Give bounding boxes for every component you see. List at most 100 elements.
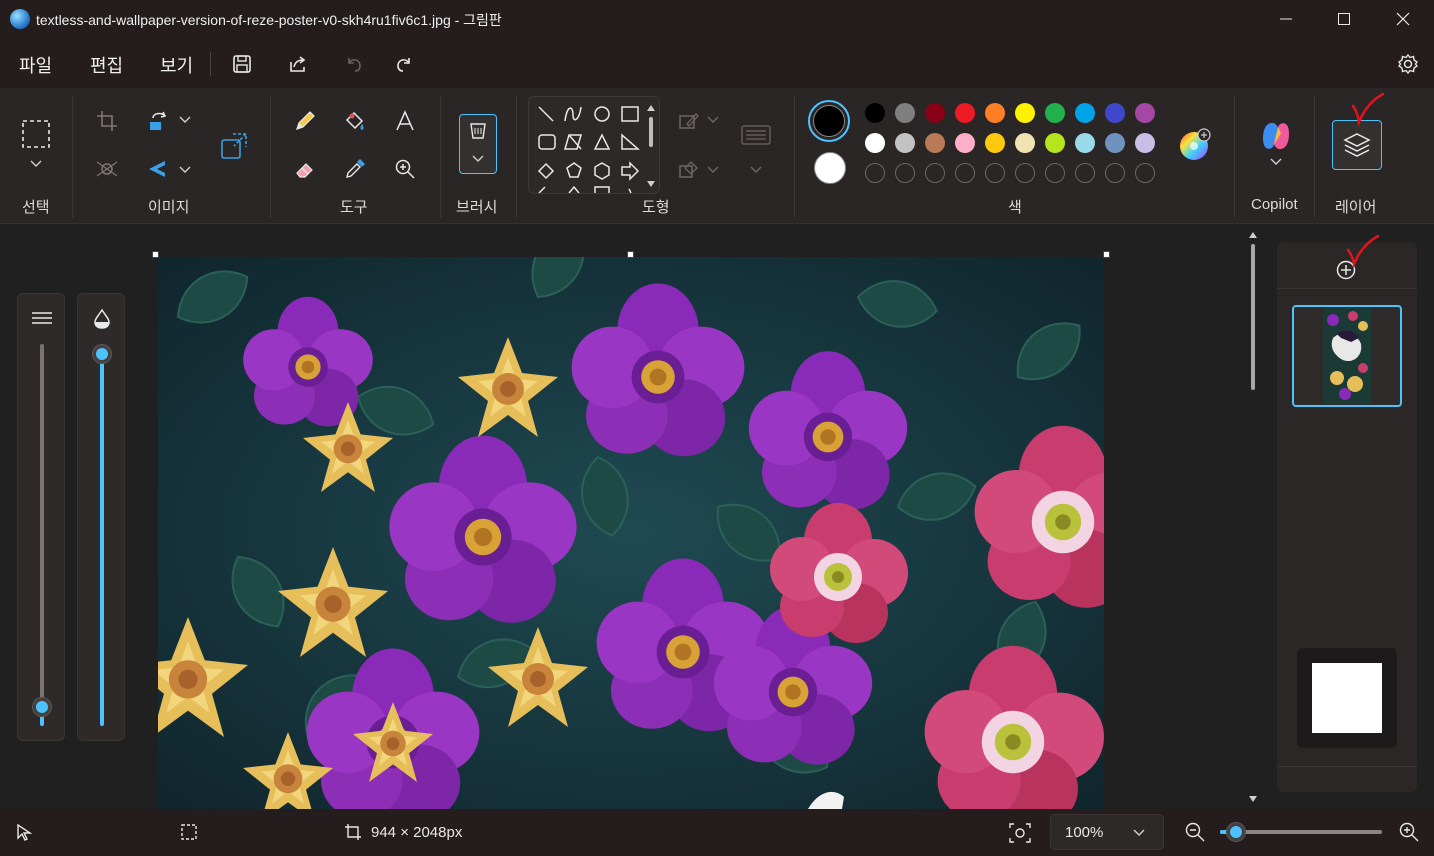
resize-handle-top[interactable] <box>627 251 634 258</box>
shapes-gallery[interactable] <box>528 96 660 194</box>
layer-thumbnail-background[interactable] <box>1297 648 1397 748</box>
rotate-button[interactable] <box>142 104 176 138</box>
fit-screen-icon <box>1009 823 1031 843</box>
brush-size-slider-panel <box>17 293 65 741</box>
remove-background-button[interactable] <box>90 152 124 186</box>
save-button[interactable] <box>226 48 258 80</box>
close-button[interactable] <box>1374 0 1432 38</box>
text-button[interactable] <box>388 104 422 138</box>
palette-swatch[interactable] <box>865 133 885 153</box>
color-wheel-icon <box>1180 128 1211 160</box>
vertical-scrollbar[interactable] <box>1246 230 1260 804</box>
menu-view[interactable]: 보기 <box>160 52 193 78</box>
save-icon <box>233 55 251 73</box>
settings-button[interactable] <box>1392 48 1424 80</box>
palette-swatch[interactable] <box>985 133 1005 153</box>
ribbon-separator <box>1314 96 1315 218</box>
undo-icon <box>348 58 361 72</box>
shape-size-dropdown[interactable] <box>746 160 766 180</box>
palette-swatch[interactable] <box>1015 133 1035 153</box>
ribbon-separator <box>270 96 271 218</box>
custom-color-slot[interactable] <box>1015 163 1035 183</box>
palette-swatch[interactable] <box>925 103 945 123</box>
custom-color-slot[interactable] <box>1075 163 1095 183</box>
canvas-size-icon <box>345 824 361 840</box>
share-button[interactable] <box>282 48 314 80</box>
brush-button[interactable] <box>459 114 497 174</box>
eraser-button[interactable] <box>288 152 322 186</box>
menu-file[interactable]: 파일 <box>19 52 52 78</box>
custom-color-slot[interactable] <box>1045 163 1065 183</box>
fit-to-window-button[interactable] <box>1008 821 1032 845</box>
primary-color-button[interactable] <box>808 100 850 142</box>
edit-colors-button[interactable] <box>1176 126 1212 162</box>
palette-swatch[interactable] <box>895 133 915 153</box>
status-bar: 944 × 2048px 100% <box>0 809 1434 856</box>
palette-swatch[interactable] <box>1075 103 1095 123</box>
shape-fill-button[interactable] <box>672 152 706 186</box>
rotate-dropdown[interactable] <box>176 110 194 130</box>
shape-outline-button[interactable] <box>672 104 706 138</box>
magnifier-button[interactable] <box>388 152 422 186</box>
minimize-button[interactable] <box>1257 0 1315 38</box>
opacity-slider-thumb[interactable] <box>92 344 112 364</box>
copilot-button[interactable] <box>1256 116 1296 156</box>
copilot-dropdown[interactable] <box>1266 154 1286 170</box>
size-slider-track[interactable] <box>40 344 44 724</box>
resize-handle-top-right[interactable] <box>1103 251 1110 258</box>
group-label-image: 이미지 <box>148 199 190 216</box>
layer-thumbnail-image[interactable] <box>1292 305 1402 407</box>
panel-divider <box>1277 766 1417 767</box>
selection-dropdown[interactable] <box>26 154 46 174</box>
palette-swatch[interactable] <box>895 103 915 123</box>
palette-swatch[interactable] <box>1045 133 1065 153</box>
custom-color-slot[interactable] <box>955 163 975 183</box>
resize-handle-top-left[interactable] <box>152 251 159 258</box>
palette-swatch[interactable] <box>1135 103 1155 123</box>
zoom-select[interactable]: 100% <box>1050 814 1164 850</box>
redo-button[interactable] <box>388 48 420 80</box>
crop-button[interactable] <box>90 104 124 138</box>
palette-swatch[interactable] <box>1135 133 1155 153</box>
opacity-slider-fill[interactable] <box>100 354 104 726</box>
palette-swatch[interactable] <box>985 103 1005 123</box>
palette-swatch[interactable] <box>955 103 975 123</box>
secondary-color-button[interactable] <box>814 152 846 184</box>
selection-tool-button[interactable] <box>18 116 54 152</box>
canvas-dimensions: 944 × 2048px <box>371 824 463 841</box>
palette-swatch[interactable] <box>1075 133 1095 153</box>
flip-button[interactable] <box>142 152 176 186</box>
palette-swatch[interactable] <box>1105 103 1125 123</box>
remove-background-icon <box>96 161 118 177</box>
palette-swatch[interactable] <box>1105 133 1125 153</box>
shapes-scrollbar[interactable] <box>647 105 655 187</box>
custom-color-slot[interactable] <box>865 163 885 183</box>
flip-dropdown[interactable] <box>176 160 194 180</box>
palette-swatch[interactable] <box>1045 103 1065 123</box>
custom-color-slot[interactable] <box>985 163 1005 183</box>
color-picker-button[interactable] <box>338 152 372 186</box>
shape-outline-dropdown[interactable] <box>704 110 722 130</box>
custom-color-slot[interactable] <box>1105 163 1125 183</box>
palette-swatch[interactable] <box>1015 103 1035 123</box>
paint-app-icon <box>10 9 30 29</box>
custom-color-slot[interactable] <box>925 163 945 183</box>
custom-color-slot[interactable] <box>1135 163 1155 183</box>
resize-button[interactable] <box>216 128 252 164</box>
shape-fill-dropdown[interactable] <box>704 160 722 180</box>
maximize-button[interactable] <box>1315 0 1373 38</box>
palette-swatch[interactable] <box>865 103 885 123</box>
image-canvas[interactable] <box>158 257 1104 809</box>
zoom-in-button[interactable] <box>1398 821 1420 843</box>
size-slider-thumb[interactable] <box>32 697 52 717</box>
zoom-slider-thumb[interactable] <box>1226 822 1247 842</box>
custom-color-slot[interactable] <box>895 163 915 183</box>
pencil-button[interactable] <box>288 104 322 138</box>
shape-size-button[interactable] <box>738 118 774 152</box>
zoom-out-button[interactable] <box>1184 821 1206 843</box>
menu-edit[interactable]: 편집 <box>90 52 123 78</box>
palette-swatch[interactable] <box>955 133 975 153</box>
palette-swatch[interactable] <box>925 133 945 153</box>
undo-button[interactable] <box>338 48 370 80</box>
fill-button[interactable] <box>338 104 372 138</box>
